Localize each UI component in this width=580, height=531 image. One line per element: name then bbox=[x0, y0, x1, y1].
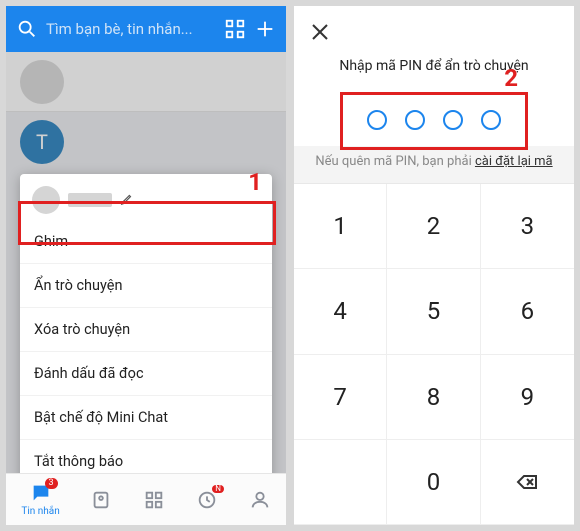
key-backspace[interactable] bbox=[481, 440, 574, 525]
pin-dot bbox=[405, 110, 425, 130]
clock-icon: N bbox=[196, 489, 218, 511]
keypad: 1 2 3 4 5 6 7 8 9 0 bbox=[294, 183, 574, 525]
nav-contacts[interactable] bbox=[90, 489, 112, 511]
badge: 3 bbox=[45, 478, 58, 489]
key-1[interactable]: 1 bbox=[294, 184, 387, 269]
pin-dot bbox=[443, 110, 463, 130]
screen-chat-list: Tìm bạn bè, tin nhắn... T Ghim Ẩn trò ch… bbox=[6, 6, 286, 525]
avatar bbox=[32, 186, 60, 214]
menu-item-hide[interactable]: Ẩn trò chuyện bbox=[20, 263, 272, 307]
edit-icon[interactable] bbox=[120, 191, 134, 210]
key-9[interactable]: 9 bbox=[481, 355, 574, 440]
reset-pin-link[interactable]: cài đặt lại mã bbox=[475, 154, 553, 169]
contact-name bbox=[68, 193, 112, 207]
menu-item-mark-read[interactable]: Đánh dấu đã đọc bbox=[20, 351, 272, 395]
search-input[interactable]: Tìm bạn bè, tin nhắn... bbox=[46, 20, 216, 38]
qr-icon[interactable] bbox=[224, 18, 246, 40]
key-6[interactable]: 6 bbox=[481, 269, 574, 354]
key-4[interactable]: 4 bbox=[294, 269, 387, 354]
menu-item-pin[interactable]: Ghim bbox=[20, 220, 272, 263]
contacts-icon bbox=[90, 489, 112, 511]
badge: N bbox=[212, 485, 224, 493]
key-0[interactable]: 0 bbox=[387, 440, 480, 525]
key-blank bbox=[294, 440, 387, 525]
key-3[interactable]: 3 bbox=[481, 184, 574, 269]
nav-discover[interactable] bbox=[143, 489, 165, 511]
bottom-nav: 3 Tin nhắn N bbox=[6, 473, 286, 525]
pin-dot bbox=[481, 110, 501, 130]
search-icon[interactable] bbox=[16, 18, 38, 40]
callout-1: 1 bbox=[248, 168, 262, 196]
menu-header bbox=[20, 174, 272, 220]
key-5[interactable]: 5 bbox=[387, 269, 480, 354]
pin-dots-area: 2 bbox=[294, 82, 574, 146]
backspace-icon bbox=[515, 470, 539, 494]
hint-text: Nếu quên mã PIN, bạn phải cài đặt lại mã bbox=[294, 146, 574, 183]
nav-timeline[interactable]: N bbox=[196, 489, 218, 511]
menu-item-mini-chat[interactable]: Bật chế độ Mini Chat bbox=[20, 395, 272, 439]
chat-icon: 3 bbox=[30, 482, 52, 504]
pin-header: Nhập mã PIN để ẩn trò chuyện bbox=[294, 6, 574, 82]
pin-title: Nhập mã PIN để ẩn trò chuyện bbox=[308, 58, 560, 74]
callout-2: 2 bbox=[504, 64, 518, 92]
nav-me[interactable] bbox=[249, 489, 271, 511]
nav-label: Tin nhắn bbox=[21, 506, 59, 517]
top-bar: Tìm bạn bè, tin nhắn... bbox=[6, 6, 286, 52]
key-2[interactable]: 2 bbox=[387, 184, 480, 269]
grid-icon bbox=[143, 489, 165, 511]
key-8[interactable]: 8 bbox=[387, 355, 480, 440]
chat-list: T Ghim Ẩn trò chuyện Xóa trò chuyện Đánh… bbox=[6, 52, 286, 473]
add-icon[interactable] bbox=[254, 18, 276, 40]
hint-prefix: Nếu quên mã PIN, bạn phải bbox=[315, 154, 475, 169]
pin-dots bbox=[294, 110, 574, 130]
nav-messages[interactable]: 3 Tin nhắn bbox=[21, 482, 59, 517]
context-menu: Ghim Ẩn trò chuyện Xóa trò chuyện Đánh d… bbox=[20, 174, 272, 491]
key-7[interactable]: 7 bbox=[294, 355, 387, 440]
person-icon bbox=[249, 489, 271, 511]
pin-dot bbox=[367, 110, 387, 130]
close-icon[interactable] bbox=[308, 20, 332, 50]
menu-item-delete[interactable]: Xóa trò chuyện bbox=[20, 307, 272, 351]
screen-pin-entry: Nhập mã PIN để ẩn trò chuyện 2 Nếu quên … bbox=[294, 6, 574, 525]
